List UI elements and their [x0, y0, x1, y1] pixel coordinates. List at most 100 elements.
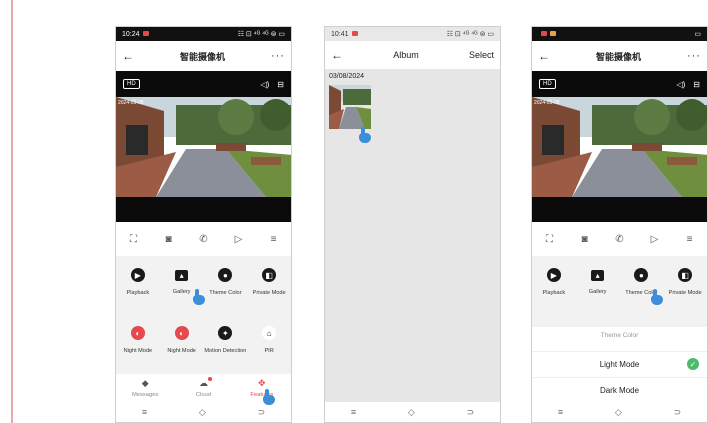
control-row: ⛶ ◙ ✆ ▷ ≡ — [116, 227, 291, 251]
play-icon: ▶ — [546, 268, 561, 282]
status-bar: 10:24 ☷ ⊡ ⁴ᴳ ⁴ᴳ ⊜ ▭ — [116, 27, 291, 41]
home-nav-icon[interactable]: ◇ — [615, 407, 622, 418]
night-mode-icon: ◐ — [174, 326, 189, 340]
back-arrow-icon[interactable]: ← — [331, 48, 343, 62]
tab-cloud[interactable]: ☁ Cloud — [183, 377, 223, 398]
phone-camera-features: 10:24 ☷ ⊡ ⁴ᴳ ⁴ᴳ ⊜ ▭ ← 智能摄像机 ··· HD ◁) ⊟ 2… — [115, 26, 292, 423]
video-toolbar: HD ◁) ⊟ — [116, 71, 291, 97]
feature-playback[interactable]: ▶ Playback — [116, 268, 160, 296]
menu-nav-icon[interactable]: ≡ — [351, 407, 356, 417]
tap-hand-icon — [650, 289, 664, 305]
bell-icon: ◆ — [141, 378, 149, 388]
status-icons: ▭ — [694, 31, 701, 38]
more-menu-icon[interactable]: ··· — [687, 50, 701, 62]
fullscreen-icon[interactable]: ⛶ — [127, 234, 141, 245]
app-bar: ← 智能摄像机 ··· — [116, 41, 291, 71]
back-arrow-icon[interactable]: ← — [538, 49, 550, 63]
tap-hand-icon — [358, 127, 372, 143]
expand-icon[interactable]: ≡ — [267, 234, 281, 245]
pir-icon: ⌂ — [262, 326, 277, 340]
video-timestamp: 2024-03-08 — [534, 100, 560, 106]
page-title: Album — [393, 50, 419, 60]
menu-nav-icon[interactable]: ≡ — [558, 407, 563, 417]
status-time: 10:41 — [331, 30, 349, 38]
status-icons: ☷ ⊡ ⁴ᴳ ⁴ᴳ ⊜ ▭ — [446, 31, 494, 38]
home-nav-icon[interactable]: ◇ — [408, 407, 415, 418]
palette-icon: ● — [634, 268, 649, 282]
feature-private-mode[interactable]: ◧ Private Mode — [663, 268, 707, 296]
page-title: 智能摄像机 — [595, 51, 641, 62]
check-icon: ✓ — [687, 358, 699, 370]
speaker-icon[interactable]: ◁) — [260, 80, 269, 89]
feature-night-mode-2[interactable]: ◐ Night Mode — [160, 326, 204, 354]
play-icon: ▶ — [130, 268, 145, 282]
control-row: ⛶ ◙ ✆ ▷ ≡ — [532, 227, 707, 251]
feature-gallery[interactable]: ▴ Gallery — [576, 268, 620, 296]
album-date-header: 03/08/2024 — [329, 73, 365, 80]
image-icon: ▴ — [591, 270, 605, 281]
shield-icon: ◧ — [262, 268, 277, 282]
screenshot-icon[interactable]: ◙ — [162, 234, 176, 245]
feature-night-mode-1[interactable]: ◐ Night Mode — [116, 326, 160, 354]
system-nav-bar: ≡ ◇ ⊃ — [325, 402, 500, 422]
palette-icon: ● — [218, 268, 233, 282]
phone-album: 10:41 ☷ ⊡ ⁴ᴳ ⁴ᴳ ⊜ ▭ ← Album Select 03/08… — [324, 26, 501, 423]
speaker-icon[interactable]: ◁) — [676, 80, 685, 89]
tap-hand-icon — [192, 289, 206, 305]
feature-pir[interactable]: ⌂ PIR — [247, 326, 291, 354]
call-icon[interactable]: ✆ — [613, 234, 627, 245]
system-nav-bar: ≡ ◇ ⊃ — [532, 402, 707, 422]
split-screen-icon[interactable]: ⊟ — [277, 80, 284, 89]
tab-messages[interactable]: ◆ Messages — [125, 378, 165, 398]
select-button[interactable]: Select — [469, 50, 494, 60]
image-icon: ▴ — [175, 270, 189, 281]
back-nav-icon[interactable]: ⊃ — [258, 407, 266, 418]
sheet-title: Theme Color — [600, 332, 639, 339]
notification-badge — [207, 377, 212, 381]
live-video[interactable]: 2024-03-08 — [116, 97, 291, 197]
cloud-icon: ☁ — [199, 377, 212, 389]
video-toolbar: HD ◁) ⊟ — [532, 71, 707, 97]
album-thumbnail[interactable] — [329, 85, 371, 129]
feature-playback[interactable]: ▶ Playback — [532, 268, 576, 296]
home-nav-icon[interactable]: ◇ — [199, 407, 206, 418]
tap-hand-icon — [262, 389, 276, 405]
light-mode-option[interactable]: Light Mode ✓ — [532, 351, 707, 376]
status-bar: 10:41 ☷ ⊡ ⁴ᴳ ⁴ᴳ ⊜ ▭ — [325, 27, 500, 41]
status-icons: ☷ ⊡ ⁴ᴳ ⁴ᴳ ⊜ ▭ — [237, 31, 285, 38]
feature-private-mode[interactable]: ◧ Private Mode — [247, 268, 291, 296]
phone-theme-color: ▭ ← 智能摄像机 ··· HD ◁) ⊟ 2024-03-08 ⛶ ◙ ✆ ▷ … — [531, 26, 708, 423]
menu-nav-icon[interactable]: ≡ — [142, 407, 147, 417]
features-icon: ✥ — [258, 378, 266, 388]
features-panel: ▶ Playback ▴ Gallery ● Theme Color ◧ Private… — [116, 256, 291, 381]
video-bottom-bar — [116, 197, 291, 222]
camera-scene — [532, 97, 707, 197]
system-nav-bar: ≡ ◇ ⊃ — [116, 402, 291, 422]
thumbnail-image — [329, 85, 371, 129]
record-icon[interactable]: ▷ — [648, 234, 662, 245]
notification-icon — [142, 31, 149, 37]
expand-icon[interactable]: ≡ — [683, 234, 697, 245]
camera-scene — [116, 97, 291, 197]
feature-theme-color[interactable]: ● Theme Color — [204, 268, 248, 296]
video-bottom-bar — [532, 197, 707, 222]
night-mode-icon: ◐ — [130, 326, 145, 340]
screenshot-icon[interactable]: ◙ — [578, 234, 592, 245]
dark-mode-option[interactable]: Dark Mode — [532, 377, 707, 402]
call-icon[interactable]: ✆ — [197, 234, 211, 245]
album-app-bar: ← Album Select — [325, 41, 500, 69]
notification-icon — [541, 31, 547, 37]
back-arrow-icon[interactable]: ← — [122, 49, 134, 63]
back-nav-icon[interactable]: ⊃ — [674, 407, 682, 418]
hd-quality-button[interactable]: HD — [539, 79, 556, 89]
split-screen-icon[interactable]: ⊟ — [693, 80, 700, 89]
record-icon[interactable]: ▷ — [232, 234, 246, 245]
live-video[interactable]: 2024-03-08 — [532, 97, 707, 197]
hd-quality-button[interactable]: HD — [123, 79, 140, 89]
more-menu-icon[interactable]: ··· — [271, 50, 285, 62]
status-time: 10:24 — [122, 30, 140, 38]
back-nav-icon[interactable]: ⊃ — [467, 407, 475, 418]
feature-motion-detection[interactable]: ✦ Motion Detection — [204, 326, 248, 354]
notification-icon — [550, 31, 556, 37]
fullscreen-icon[interactable]: ⛶ — [543, 234, 557, 245]
